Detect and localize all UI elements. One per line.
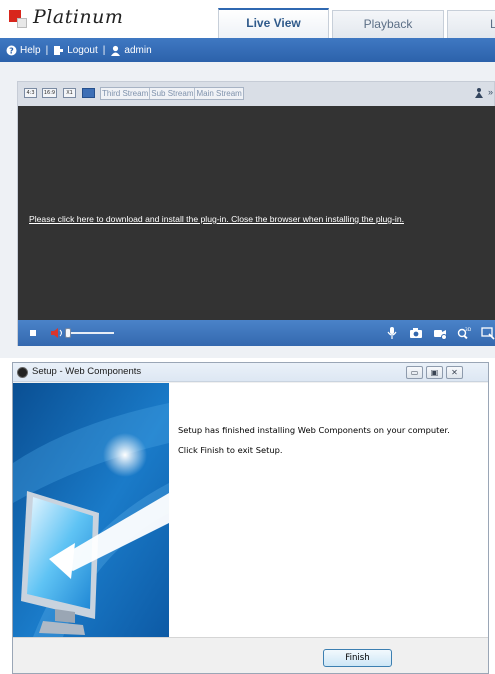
main-stream-option[interactable]: Main Stream <box>195 88 242 99</box>
toolbar-right: » <box>473 87 493 98</box>
main-tabs: Live View Playback L <box>218 8 495 38</box>
screen: Platinum Live View Playback L ? Help | L… <box>0 0 495 674</box>
brand-logo: Platinum <box>9 6 139 32</box>
logout-link[interactable]: Logout <box>67 45 98 56</box>
volume-slider-handle[interactable] <box>65 328 71 338</box>
user-nav-bar: ? Help | Logout | admin <box>0 38 495 62</box>
stream-selector: Third Stream Sub Stream Main Stream <box>100 87 244 100</box>
playback-controls: 3D <box>18 320 495 346</box>
video-window[interactable]: Please click here to download and instal… <box>18 106 495 320</box>
sub-stream-option[interactable]: Sub Stream <box>150 88 196 99</box>
camera-icon[interactable] <box>409 326 423 340</box>
logo-mark-icon <box>9 10 29 30</box>
person-walk-icon[interactable] <box>473 87 485 98</box>
tab-live-view[interactable]: Live View <box>218 8 329 38</box>
fullscreen-icon[interactable] <box>481 326 495 340</box>
help-link[interactable]: Help <box>20 45 41 56</box>
dialog-body: Setup has finished installing Web Compon… <box>13 383 488 637</box>
completion-text: Setup has finished installing Web Compon… <box>178 425 450 435</box>
minimize-button[interactable]: ▭ <box>406 366 423 379</box>
setup-wizard-image <box>13 383 169 637</box>
tab-log[interactable]: L <box>447 10 495 38</box>
header: Platinum Live View Playback L <box>0 0 495 38</box>
aspect-16-9-button[interactable]: 16:9 <box>42 88 57 98</box>
help-icon: ? <box>6 45 17 56</box>
live-view-toolbar: 4:3 16:9 X1 Third Stream Sub Stream Main… <box>18 84 495 104</box>
volume-icon[interactable] <box>51 328 63 338</box>
setup-dialog: Setup - Web Components ▭ ▣ ✕ Setup has f… <box>12 362 489 674</box>
brand-name: Platinum <box>33 6 124 28</box>
exit-instruction-text: Click Finish to exit Setup. <box>178 445 283 455</box>
zoom-3d-label: 3D <box>465 327 471 333</box>
dialog-divider <box>13 637 488 638</box>
username: admin <box>124 45 152 56</box>
third-stream-option[interactable]: Third Stream <box>101 88 151 99</box>
download-plugin-link[interactable]: Please click here to download and instal… <box>29 214 404 224</box>
svg-text:?: ? <box>9 46 14 55</box>
dialog-title-bar[interactable]: Setup - Web Components ▭ ▣ ✕ <box>13 363 488 382</box>
stop-icon[interactable] <box>30 330 36 336</box>
tab-playback[interactable]: Playback <box>332 10 444 38</box>
setup-app-icon <box>17 367 28 378</box>
dialog-title: Setup - Web Components <box>32 366 142 377</box>
finish-button[interactable]: Finish <box>323 649 392 667</box>
completion-message: Setup has finished installing Web Compon… <box>178 425 468 465</box>
expand-more-button[interactable]: » <box>488 87 493 97</box>
logout-icon <box>54 46 64 55</box>
zoom-3d-icon[interactable]: 3D <box>457 326 471 340</box>
record-icon[interactable] <box>433 326 447 340</box>
maximize-button[interactable]: ▣ <box>426 366 443 379</box>
original-size-button[interactable]: X1 <box>63 88 76 98</box>
nav-separator: | <box>45 45 49 56</box>
auto-fit-button[interactable] <box>82 88 95 98</box>
aspect-4-3-button[interactable]: 4:3 <box>24 88 37 98</box>
close-button[interactable]: ✕ <box>446 366 463 379</box>
nav-separator: | <box>102 45 106 56</box>
volume-slider-track[interactable] <box>70 332 114 334</box>
user-icon <box>111 45 121 56</box>
control-icons: 3D <box>385 326 495 340</box>
microphone-icon[interactable] <box>385 326 399 340</box>
